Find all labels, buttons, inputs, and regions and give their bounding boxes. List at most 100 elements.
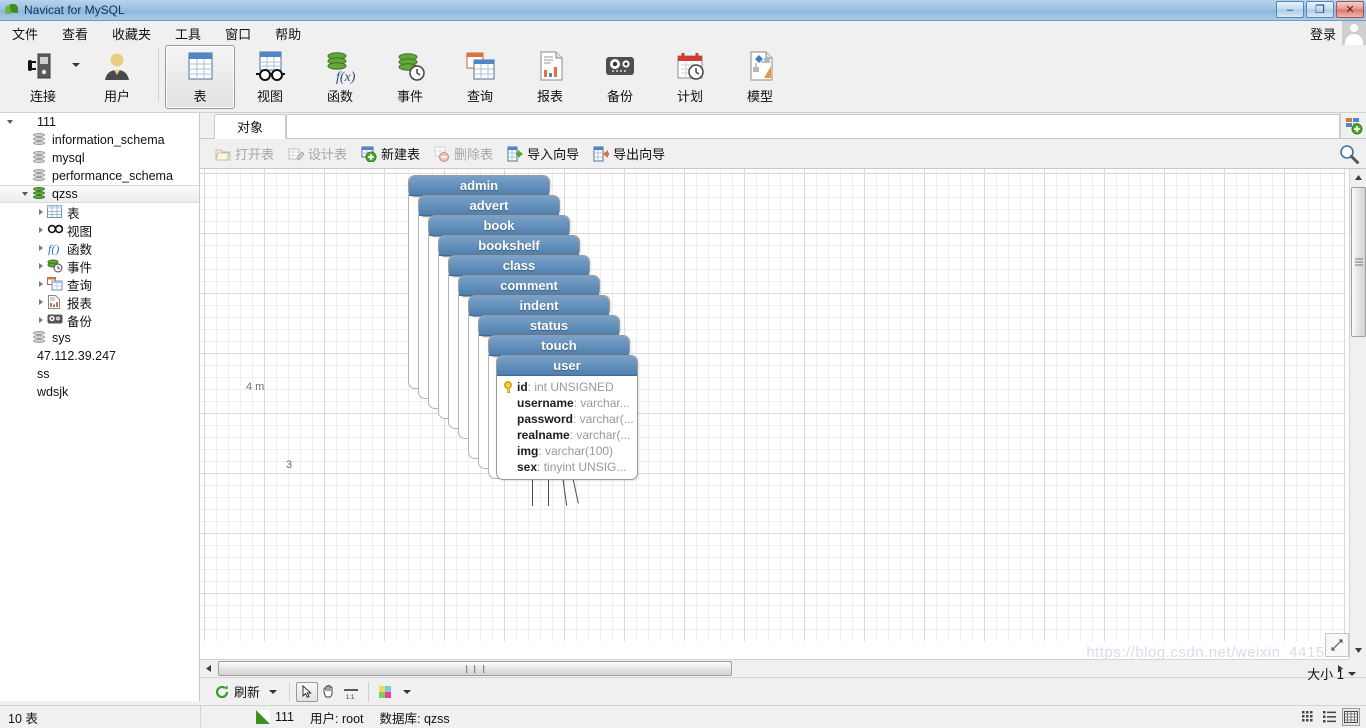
table-field-row[interactable]: sex: tinyint UNSIG...: [503, 459, 633, 475]
toolbar-report[interactable]: 报表: [515, 45, 585, 109]
pointer-tool[interactable]: [296, 681, 319, 702]
toolbar-connection[interactable]: 连接: [8, 45, 78, 109]
chevron-right-icon[interactable]: [36, 261, 46, 271]
vertical-scrollbar[interactable]: [1349, 169, 1366, 659]
close-button[interactable]: ✕: [1336, 1, 1364, 18]
export-wizard-button[interactable]: 导出向导: [586, 141, 672, 166]
diagram-icon[interactable]: [1342, 708, 1360, 726]
toolbar-model[interactable]: 模型: [725, 45, 795, 109]
relationship-line[interactable]: [532, 476, 533, 506]
sidebar-item-[interactable]: 备份: [0, 311, 199, 329]
table-card[interactable]: class: [448, 255, 590, 277]
table-card[interactable]: book: [428, 215, 570, 237]
toolbar-view[interactable]: 视图: [235, 45, 305, 109]
table-field-row[interactable]: password: varchar(...: [503, 411, 634, 427]
chevron-right-icon[interactable]: [36, 243, 46, 253]
table-field-row[interactable]: username: varchar...: [503, 395, 633, 411]
table-field-row[interactable]: img: varchar(100): [503, 443, 633, 459]
refresh-button[interactable]: 刷新: [208, 679, 283, 704]
size-dropdown-caret[interactable]: [1348, 671, 1356, 676]
add-tab-icon[interactable]: [1340, 113, 1366, 138]
chevron-right-icon[interactable]: [36, 279, 46, 289]
refresh-dropdown-caret[interactable]: [269, 689, 278, 694]
sidebar-item-information_schema[interactable]: information_schema: [0, 131, 199, 149]
table-card[interactable]: admin: [408, 175, 550, 197]
sidebar-item-111[interactable]: 111: [0, 113, 199, 131]
sidebar-item-47.112.39.247[interactable]: 47.112.39.247: [0, 347, 199, 365]
toolbar-table[interactable]: 表: [165, 45, 235, 109]
scroll-left-button[interactable]: [200, 660, 217, 677]
sidebar-item-[interactable]: 查询: [0, 275, 199, 293]
connection-dropdown-caret[interactable]: [72, 63, 80, 67]
table-card[interactable]: advert: [418, 195, 560, 217]
scroll-up-button[interactable]: [1350, 169, 1366, 186]
chevron-right-icon[interactable]: [36, 315, 46, 325]
sidebar-item-mysql[interactable]: mysql: [0, 149, 199, 167]
open-table-button[interactable]: 打开表: [208, 141, 281, 166]
chevron-down-icon[interactable]: [6, 117, 16, 127]
relationship-line[interactable]: [548, 476, 549, 506]
vertical-scroll-thumb[interactable]: [1351, 187, 1366, 337]
relationship-line[interactable]: [572, 475, 579, 504]
new-table-button[interactable]: 新建表: [354, 141, 427, 166]
chevron-right-icon[interactable]: [36, 297, 46, 307]
sidebar-item-ss[interactable]: ss: [0, 365, 199, 383]
table-field-row[interactable]: realname: varchar(...: [503, 427, 633, 443]
menu-favorites[interactable]: 收藏夹: [100, 21, 163, 46]
sidebar-tree[interactable]: 111 information_schema mysql performance_sc…: [0, 113, 200, 701]
toolbar-query[interactable]: 查询: [445, 45, 515, 109]
table-card[interactable]: comment: [458, 275, 600, 297]
sidebar-item-[interactable]: f() 函数: [0, 239, 199, 257]
sidebar-item-qzss[interactable]: qzss: [0, 185, 199, 203]
table-card[interactable]: touch: [488, 335, 630, 357]
avatar[interactable]: [1342, 21, 1366, 45]
sidebar-item-[interactable]: 报表: [0, 293, 199, 311]
table-card[interactable]: indent: [468, 295, 610, 317]
menu-file[interactable]: 文件: [0, 21, 50, 46]
scroll-down-button[interactable]: [1350, 642, 1366, 659]
sidebar-item-[interactable]: 事件: [0, 257, 199, 275]
sidebar-item-performance_schema[interactable]: performance_schema: [0, 167, 199, 185]
sidebar-item-wdsjk[interactable]: wdsjk: [0, 383, 199, 401]
toolbar-event[interactable]: 事件: [375, 45, 445, 109]
sidebar-item-sys[interactable]: sys: [0, 329, 199, 347]
chevron-right-icon[interactable]: [36, 207, 46, 217]
color-dropdown-caret[interactable]: [403, 689, 412, 694]
restore-button[interactable]: ❐: [1306, 1, 1334, 18]
table-card[interactable]: status: [478, 315, 620, 337]
relationship-line[interactable]: [562, 475, 568, 506]
login-label[interactable]: 登录: [1310, 24, 1336, 43]
toolbar-function[interactable]: f(x) 函数: [305, 45, 375, 109]
toolbar-user[interactable]: 用户: [82, 45, 152, 109]
field-type: : tinyint UNSIG...: [537, 460, 627, 474]
canvas-fit-button[interactable]: [1325, 633, 1349, 657]
import-wizard-button[interactable]: 导入向导: [500, 141, 586, 166]
delete-table-button[interactable]: 删除表: [427, 141, 500, 166]
chevron-down-icon[interactable]: [21, 189, 31, 199]
hand-tool[interactable]: [318, 682, 340, 702]
table-card[interactable]: bookshelf: [438, 235, 580, 257]
zoom-1-1-tool[interactable]: 1:1: [340, 682, 362, 702]
minimize-button[interactable]: –: [1276, 1, 1304, 18]
design-table-button[interactable]: 设计表: [281, 141, 354, 166]
menu-help[interactable]: 帮助: [263, 21, 313, 46]
list-icon[interactable]: [1321, 708, 1339, 726]
toolbar-schedule[interactable]: 计划: [655, 45, 725, 109]
chevron-right-icon[interactable]: [36, 225, 46, 235]
color-palette-tool[interactable]: [375, 682, 397, 702]
search-icon[interactable]: [1338, 143, 1360, 165]
menu-tools[interactable]: 工具: [163, 21, 213, 46]
toolbar-backup[interactable]: 备份: [585, 45, 655, 109]
menu-view[interactable]: 查看: [50, 21, 100, 46]
sidebar-item-[interactable]: 表: [0, 203, 199, 221]
tab-objects[interactable]: 对象: [214, 114, 287, 139]
table-card-user[interactable]: user id: int UNSIGNED username: varchar...…: [496, 355, 638, 480]
er-diagram-canvas[interactable]: admin advert book bookshelf class comment inde…: [200, 169, 1366, 659]
menu-window[interactable]: 窗口: [213, 21, 263, 46]
sidebar-item-[interactable]: 视图: [0, 221, 199, 239]
horizontal-scrollbar[interactable]: [200, 659, 1349, 677]
detail-grid-icon[interactable]: [1300, 708, 1318, 726]
horizontal-scroll-thumb[interactable]: [218, 661, 732, 676]
watermark: https://blog.csdn.net/weixin_44150655: [1086, 644, 1360, 659]
table-field-row[interactable]: id: int UNSIGNED: [503, 379, 633, 395]
